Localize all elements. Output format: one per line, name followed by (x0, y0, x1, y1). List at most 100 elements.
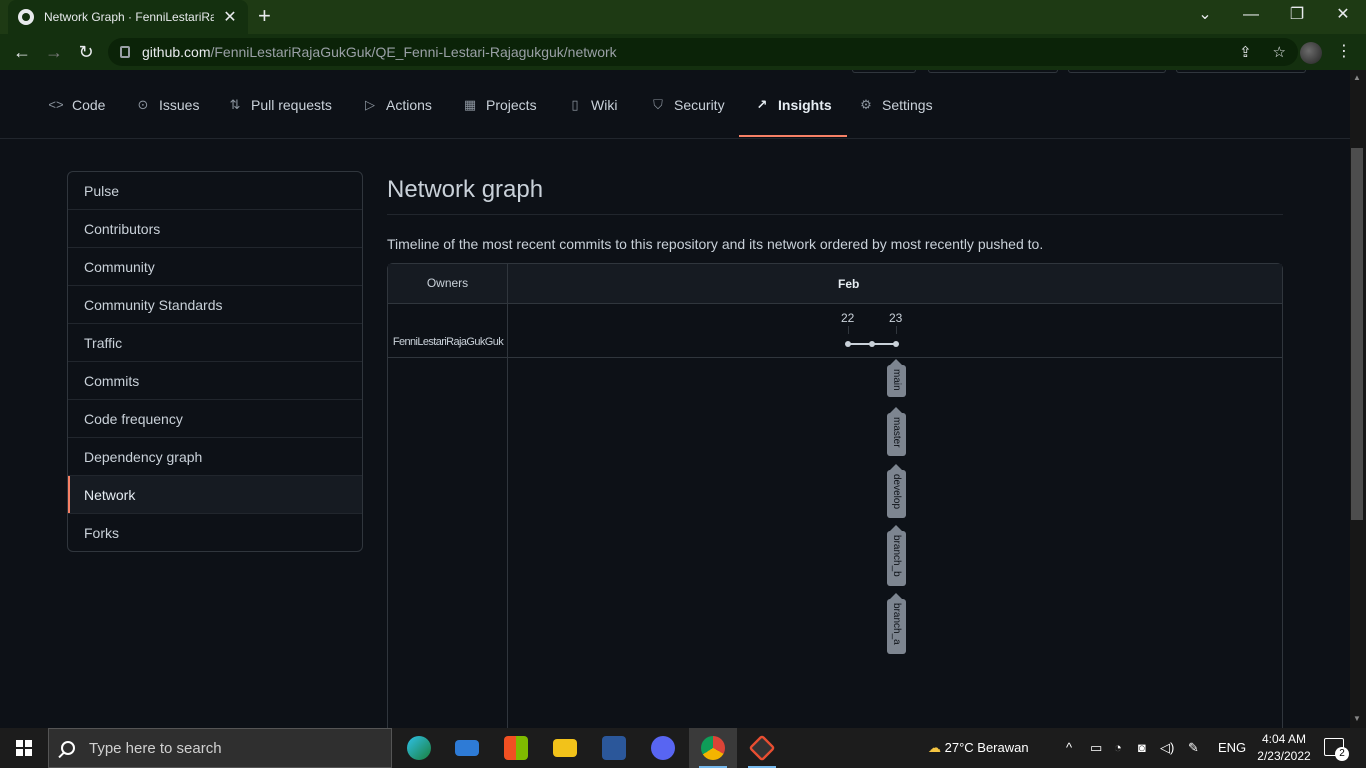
restore-icon[interactable]: ❐ (1274, 0, 1320, 30)
chrome-app-icon[interactable] (689, 728, 737, 768)
tray-icon-meet[interactable]: ◙ (1138, 728, 1146, 768)
notification-center-icon[interactable]: 2 (1324, 738, 1349, 761)
branch-label-branch-a[interactable]: branch_a (887, 593, 906, 654)
tab-title: Network Graph · FenniLestariRaja (44, 10, 214, 24)
scroll-down-arrow-icon[interactable]: ▼ (1353, 714, 1361, 723)
network-graph[interactable]: Owners Feb FenniLestariRajaGukGuk 22 23 … (387, 263, 1283, 728)
weather-text: 27°C Berawan (944, 740, 1029, 755)
weather-icon: ☁ (928, 740, 941, 755)
tab-projects[interactable]: ▦ Projects (462, 97, 537, 137)
speaker-icon[interactable]: ◁) (1160, 728, 1174, 768)
discord-app-icon[interactable] (639, 728, 687, 768)
branch-label-develop[interactable]: develop (887, 464, 906, 518)
day-label: 23 (889, 311, 903, 325)
taskbar-clock[interactable]: 4:04 AM 2/23/2022 (1252, 731, 1316, 765)
pen-icon[interactable]: ✎ (1188, 728, 1199, 768)
commit-dot[interactable] (869, 341, 875, 347)
clock-time: 4:04 AM (1261, 732, 1307, 746)
browser-tab[interactable]: Network Graph · FenniLestariRaja ✕ (8, 0, 248, 34)
tab-label: Actions (386, 97, 432, 113)
sidebar-item-forks[interactable]: Forks (68, 514, 362, 551)
store-app-icon[interactable] (492, 728, 540, 768)
sidebar-item-community-standards[interactable]: Community Standards (68, 286, 362, 324)
search-placeholder: Type here to search (89, 739, 222, 757)
share-icon[interactable]: ⇪ (1239, 44, 1252, 61)
tab-code[interactable]: <> Code (48, 97, 105, 137)
branch-name: branch_a (891, 603, 902, 645)
taskbar-search[interactable]: Type here to search (48, 728, 392, 768)
tab-insights[interactable]: ↗ Insights (739, 97, 847, 137)
branch-label-master[interactable]: master (887, 407, 906, 456)
owners-header: Owners (388, 264, 508, 304)
branch-label-branch-b[interactable]: branch_b (887, 525, 906, 586)
word-app-icon[interactable] (590, 728, 638, 768)
repo-nav: <> Code ⊙ Issues ⇅ Pull requests ▷ Actio… (0, 70, 1350, 139)
day-label: 22 (841, 311, 855, 325)
profile-avatar[interactable] (1300, 42, 1322, 64)
new-tab-icon[interactable]: + (258, 5, 271, 27)
mail-app-icon[interactable] (443, 728, 491, 768)
tab-settings[interactable]: ⚙ Settings (858, 97, 932, 137)
tab-label: Security (674, 97, 725, 113)
owner-name[interactable]: FenniLestariRajaGukGuk (388, 336, 508, 348)
tab-label: Projects (486, 97, 537, 113)
sidebar-item-contributors[interactable]: Contributors (68, 210, 362, 248)
omnibox-actions: ⇪ ☆ (1239, 43, 1286, 61)
commit-dot[interactable] (893, 341, 899, 347)
commit-dot[interactable] (845, 341, 851, 347)
sidebar-item-traffic[interactable]: Traffic (68, 324, 362, 362)
input-language[interactable]: ENG (1218, 728, 1246, 768)
close-window-icon[interactable]: ✕ (1320, 0, 1366, 30)
sidebar-item-commits[interactable]: Commits (68, 362, 362, 400)
tab-issues[interactable]: ⊙ Issues (135, 97, 200, 137)
scrollbar-thumb[interactable] (1351, 148, 1363, 520)
file-explorer-icon[interactable] (541, 728, 589, 768)
gear-icon: ⚙ (860, 97, 872, 112)
bookmark-star-icon[interactable]: ☆ (1273, 44, 1286, 61)
scroll-up-arrow-icon[interactable]: ▲ (1353, 73, 1361, 82)
git-app-icon[interactable] (738, 728, 786, 768)
branch-name: main (891, 369, 902, 391)
address-bar[interactable]: github.com/FenniLestariRajaGukGuk/QE_Fen… (108, 38, 1298, 66)
browser-tab-strip: Network Graph · FenniLestariRaja ✕ + ⌄ —… (0, 0, 1366, 34)
tab-wiki[interactable]: ▯ Wiki (567, 97, 617, 137)
tray-icon-battery[interactable]: ▭ (1090, 728, 1102, 768)
book-icon: ▯ (571, 97, 579, 112)
day-tick (848, 326, 849, 334)
weather-widget[interactable]: ☁ 27°C Berawan (928, 728, 1029, 768)
reload-icon[interactable]: ↻ (75, 41, 97, 63)
sidebar-item-pulse[interactable]: Pulse (68, 172, 362, 210)
page-scrollbar[interactable]: ▲ ▼ (1350, 70, 1366, 728)
url-path: /FenniLestariRajaGukGuk/QE_Fenni-Lestari… (210, 44, 617, 60)
sidebar-item-network[interactable]: Network (68, 476, 362, 514)
close-tab-icon[interactable]: ✕ (222, 7, 238, 27)
back-icon[interactable]: ← (11, 41, 33, 63)
sidebar-item-dependency-graph[interactable]: Dependency graph (68, 438, 362, 476)
minimize-icon[interactable]: — (1228, 0, 1274, 30)
branch-label-main[interactable]: main (887, 359, 906, 397)
browser-toolbar: ← → ↻ github.com/FenniLestariRajaGukGuk/… (0, 34, 1366, 70)
forward-icon[interactable]: → (43, 41, 65, 63)
show-hidden-icons-icon[interactable]: ^ (1066, 728, 1072, 768)
branch-name: master (891, 417, 902, 448)
day-tick (896, 326, 897, 334)
tab-actions[interactable]: ▷ Actions (362, 97, 432, 137)
start-button[interactable] (0, 728, 48, 768)
lock-icon[interactable] (120, 46, 130, 58)
page-description: Timeline of the most recent commits to t… (387, 236, 1044, 252)
sidebar-item-code-frequency[interactable]: Code frequency (68, 400, 362, 438)
tab-pull-requests[interactable]: ⇅ Pull requests (227, 97, 332, 137)
github-favicon-icon (18, 9, 34, 25)
wifi-icon[interactable]: ◔ (1114, 728, 1122, 768)
graph-icon: ↗ (756, 97, 768, 112)
windows-logo-icon (16, 740, 32, 756)
shield-icon: ⛉ (653, 97, 663, 112)
browser-menu-icon[interactable]: ⋮ (1336, 41, 1352, 61)
edge-app-icon[interactable] (395, 728, 443, 768)
tab-label: Insights (778, 97, 832, 113)
sidebar-item-community[interactable]: Community (68, 248, 362, 286)
page-title: Network graph (387, 176, 544, 203)
branch-name: branch_b (891, 535, 902, 577)
tab-security[interactable]: ⛉ Security (650, 97, 725, 137)
tab-search-icon[interactable]: ⌄ (1182, 0, 1228, 30)
